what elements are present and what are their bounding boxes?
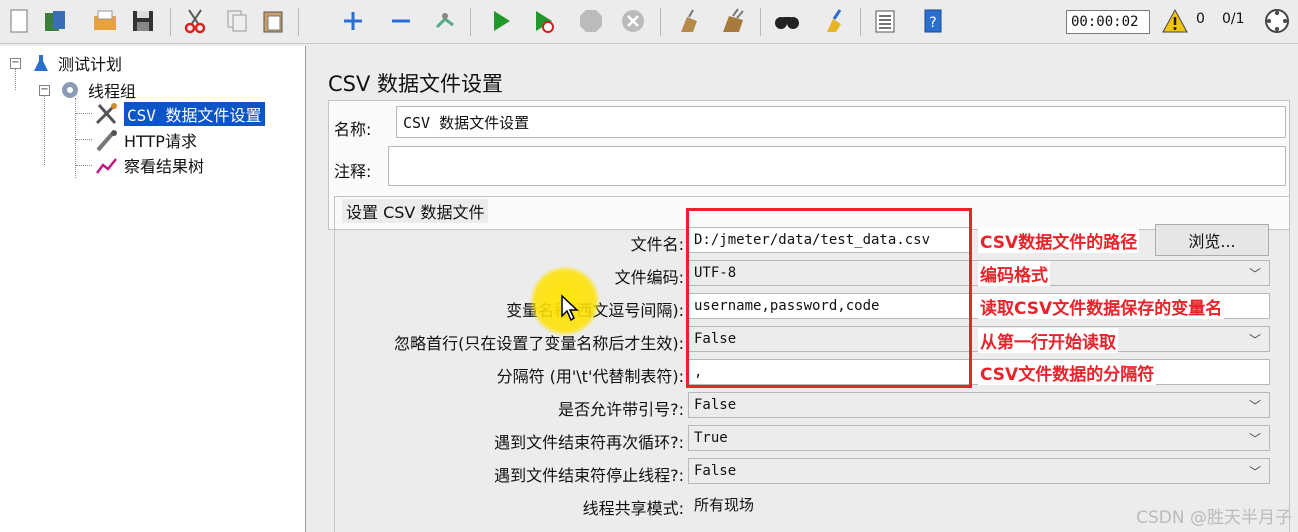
annotation-delimiter: CSV文件数据的分隔符 [978, 360, 1157, 385]
comment-field[interactable] [388, 146, 1286, 186]
function-helper-icon[interactable] [870, 6, 900, 36]
start-icon[interactable] [486, 6, 516, 36]
chevron-down-icon: ﹀ [1248, 399, 1261, 413]
chevron-down-icon: ﹀ [1248, 432, 1261, 446]
name-field[interactable]: CSV 数据文件设置 [396, 106, 1286, 138]
annotation-encoding: 编码格式 [978, 261, 1050, 286]
gear-icon [62, 82, 78, 98]
warning-count: 0 [1196, 11, 1205, 27]
chevron-down-icon: ﹀ [1248, 267, 1261, 281]
toggle-icon[interactable] [430, 6, 460, 36]
new-icon[interactable] [4, 6, 34, 36]
tree-node-http-request[interactable]: HTTP请求 [94, 129, 197, 152]
annotation-ignore-first-line: 从第一行开始读取 [978, 328, 1118, 353]
annotation-file-path: CSV数据文件的路径 [978, 228, 1140, 253]
warning-icon[interactable] [1160, 6, 1190, 36]
paste-icon[interactable] [258, 6, 288, 36]
comment-label: 注释: [334, 162, 372, 181]
copy-icon[interactable] [222, 6, 252, 36]
file-encoding-label: 文件编码: [614, 268, 684, 287]
collapse-toggle-icon[interactable]: − [39, 85, 50, 96]
collapse-icon[interactable] [386, 6, 416, 36]
chart-icon [96, 158, 117, 174]
expand-icon[interactable] [338, 6, 368, 36]
templates-icon[interactable] [40, 6, 70, 36]
page-title: CSV 数据文件设置 [328, 72, 504, 96]
watermark: CSDN @胜天半月子 [1136, 508, 1292, 528]
help-icon[interactable]: ? [918, 6, 948, 36]
save-icon[interactable] [128, 6, 158, 36]
mouse-pointer-icon [561, 294, 579, 322]
chevron-down-icon: ﹀ [1248, 333, 1261, 347]
open-icon[interactable] [90, 6, 120, 36]
tree-node-view-results-tree[interactable]: 察看结果树 [94, 154, 204, 176]
reset-search-icon[interactable] [818, 6, 848, 36]
clear-icon[interactable] [674, 6, 704, 36]
sharing-mode-label: 线程共享模式: [582, 499, 684, 518]
allow-quoted-select[interactable]: False ﹀ [688, 392, 1270, 418]
stop-thread-on-eof-label: 遇到文件结束符停止线程?: [494, 466, 684, 485]
collapse-toggle-icon[interactable]: − [10, 58, 21, 69]
svg-text:?: ? [929, 15, 936, 31]
test-plan-tree: − − 测试计划 线程组 CSV 数据文件设置 HTTP请求 察看结果树 [0, 46, 306, 532]
start-no-pause-icon[interactable] [528, 6, 558, 36]
stop-thread-on-eof-select[interactable]: False ﹀ [688, 458, 1270, 484]
group-title: 设置 CSV 数据文件 [342, 199, 489, 223]
wrench-icon [95, 103, 117, 125]
search-icon[interactable] [772, 6, 802, 36]
recycle-on-eof-select[interactable]: True ﹀ [688, 425, 1270, 451]
test-plan-icon [34, 55, 48, 71]
remote-status-icon [1262, 6, 1292, 36]
name-label: 名称: [334, 120, 372, 139]
filename-label: 文件名: [630, 235, 684, 254]
tree-node-test-plan[interactable]: 测试计划 [30, 52, 122, 74]
delimiter-label: 分隔符 (用'\t'代替制表符): [496, 367, 684, 386]
thread-ratio: 0/1 [1222, 11, 1245, 27]
tree-node-csv-data-set[interactable]: CSV 数据文件设置 [94, 102, 265, 126]
toolbar: ? 00:00:02 0 0/1 [0, 0, 1298, 44]
annotation-variable-names: 读取CSV文件数据保存的变量名 [978, 294, 1225, 319]
recycle-on-eof-label: 遇到文件结束符再次循环?: [494, 433, 684, 452]
elapsed-timer: 00:00:02 [1066, 10, 1150, 34]
tree-node-thread-group[interactable]: 线程组 [58, 79, 136, 101]
annotation-highlight-box [686, 208, 972, 388]
browse-button[interactable]: 浏览... [1155, 224, 1269, 256]
csv-config-panel: CSV 数据文件设置 名称: CSV 数据文件设置 注释: 设置 CSV 数据文… [312, 46, 1298, 532]
chevron-down-icon: ﹀ [1248, 465, 1261, 479]
ignore-first-line-label: 忽略首行(只在设置了变量名称后才生效): [394, 334, 684, 353]
shutdown-icon[interactable] [618, 6, 648, 36]
pipette-icon [96, 130, 117, 152]
cut-icon[interactable] [180, 6, 210, 36]
stop-icon[interactable] [576, 6, 606, 36]
allow-quoted-label: 是否允许带引号?: [558, 400, 684, 419]
clear-all-icon[interactable] [718, 6, 748, 36]
